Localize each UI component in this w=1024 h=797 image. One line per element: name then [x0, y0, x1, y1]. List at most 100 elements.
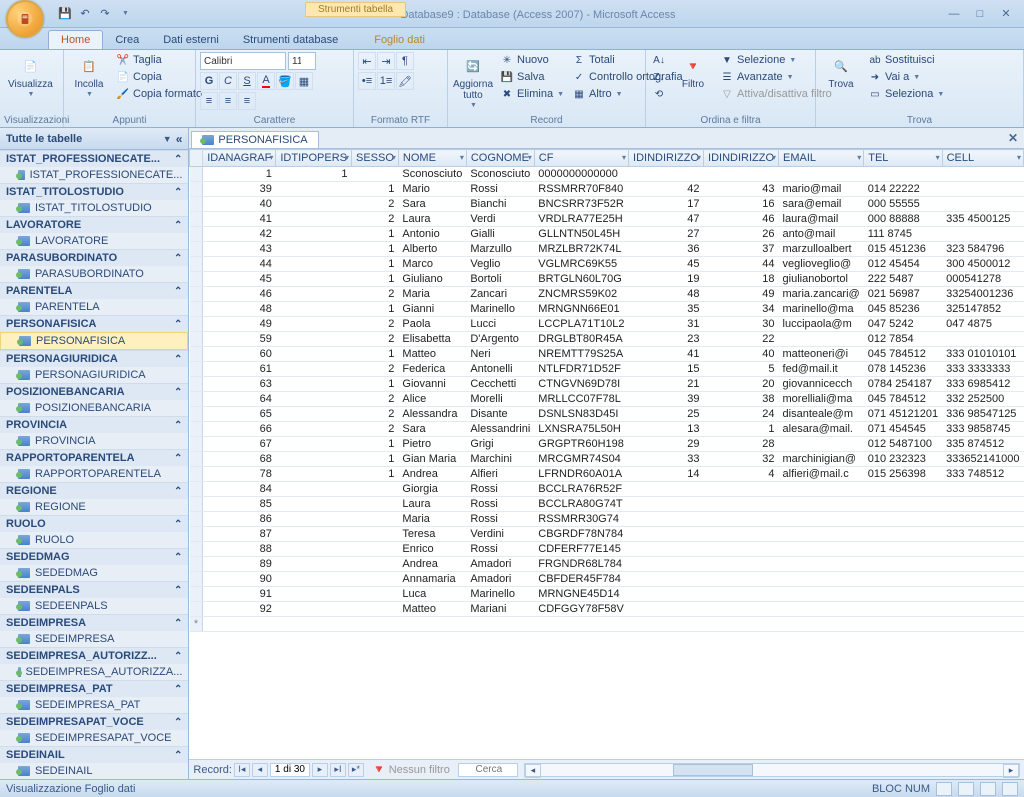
cell[interactable]: CDFERF77E145 — [534, 542, 628, 557]
cell[interactable]: alfieri@mail.c — [779, 467, 864, 482]
cell[interactable]: 13 — [629, 422, 704, 437]
cell[interactable]: 010 232323 — [864, 452, 942, 467]
cell[interactable]: 015 451236 — [864, 242, 942, 257]
cell[interactable]: 48 — [203, 302, 276, 317]
cell[interactable] — [779, 602, 864, 617]
next-record-button[interactable]: ▸ — [312, 763, 328, 777]
cell[interactable]: 40 — [203, 197, 276, 212]
cell[interactable]: 047 5242 — [864, 317, 942, 332]
clear-sort-button[interactable]: ⟲ — [650, 86, 668, 102]
cell[interactable]: 88 — [203, 542, 276, 557]
cell[interactable]: Matteo — [398, 347, 466, 362]
cell[interactable] — [276, 407, 352, 422]
cell[interactable]: 323 584796 — [942, 242, 1023, 257]
table-row[interactable]: 85LauraRossiBCCLRA80G74T — [190, 497, 1024, 512]
cell[interactable] — [276, 302, 352, 317]
cell[interactable]: 335 4500125 — [942, 212, 1023, 227]
row-selector[interactable] — [190, 347, 203, 362]
cell[interactable]: Marchini — [466, 452, 534, 467]
nav-group-header[interactable]: PARENTELA⌃ — [0, 282, 188, 299]
cell[interactable]: D'Argento — [466, 332, 534, 347]
column-dropdown-icon[interactable]: ▾ — [528, 153, 532, 162]
nav-dropdown-icon[interactable]: ▼ — [163, 134, 172, 144]
cell[interactable]: Sconosciuto — [466, 167, 534, 182]
cell[interactable]: 0000000000000 — [534, 167, 628, 182]
cell[interactable]: 36 — [629, 242, 704, 257]
cell[interactable]: Rossi — [466, 497, 534, 512]
row-selector[interactable] — [190, 602, 203, 617]
nav-group-header[interactable]: LAVORATORE⌃ — [0, 216, 188, 233]
cell[interactable]: 37 — [704, 242, 779, 257]
cell[interactable] — [276, 557, 352, 572]
close-datasheet-button[interactable]: ✕ — [1008, 131, 1018, 145]
design-view-button[interactable] — [1002, 782, 1018, 796]
last-record-button[interactable]: ▸I — [330, 763, 346, 777]
cell[interactable] — [779, 512, 864, 527]
cell[interactable] — [864, 542, 942, 557]
cell[interactable] — [942, 497, 1023, 512]
column-header[interactable]: CF▾ — [534, 150, 628, 167]
nav-group-header[interactable]: PARASUBORDINATO⌃ — [0, 249, 188, 266]
cell[interactable] — [704, 497, 779, 512]
cell[interactable] — [534, 617, 628, 632]
table-row[interactable]: 391MarioRossiRSSMRR70F8404243mario@mail0… — [190, 182, 1024, 197]
cell[interactable]: 2 — [352, 392, 399, 407]
cell[interactable]: 32 — [704, 452, 779, 467]
tab-crea[interactable]: Crea — [103, 31, 151, 49]
nav-collapse-icon[interactable]: « — [176, 132, 183, 146]
column-dropdown-icon[interactable]: ▾ — [460, 153, 464, 162]
cell[interactable]: Antonelli — [466, 362, 534, 377]
cell[interactable] — [704, 617, 779, 632]
cell[interactable]: 14 — [629, 467, 704, 482]
column-header[interactable]: CELL▾ — [942, 150, 1023, 167]
cell[interactable]: 87 — [203, 527, 276, 542]
cell[interactable] — [942, 227, 1023, 242]
table-row[interactable]: 451GiulianoBortoliBRTGLN60L70G1918giulia… — [190, 272, 1024, 287]
row-selector[interactable] — [190, 512, 203, 527]
cell[interactable]: Teresa — [398, 527, 466, 542]
cell[interactable]: Laura — [398, 212, 466, 227]
chart-view-button[interactable] — [980, 782, 996, 796]
cell[interactable]: anto@mail — [779, 227, 864, 242]
cell[interactable]: Morelli — [466, 392, 534, 407]
cell[interactable]: 31 — [629, 317, 704, 332]
cell[interactable]: 24 — [704, 407, 779, 422]
nuovo-button[interactable]: ✳Nuovo — [498, 52, 566, 68]
nav-group-header[interactable]: SEDEENPALS⌃ — [0, 581, 188, 598]
cell[interactable] — [276, 587, 352, 602]
vai-a-button[interactable]: ➜Vai a▼ — [866, 69, 946, 85]
cell[interactable] — [276, 347, 352, 362]
cell[interactable]: 63 — [203, 377, 276, 392]
taglia-button[interactable]: ✂️Taglia — [114, 52, 204, 68]
cell[interactable]: BNCSRR73F52R — [534, 197, 628, 212]
cell[interactable]: 17 — [629, 197, 704, 212]
nav-item[interactable]: SEDEIMPRESAPAT_VOCE — [0, 730, 188, 746]
cell[interactable]: 68 — [203, 452, 276, 467]
cell[interactable]: Disante — [466, 407, 534, 422]
cell[interactable]: 1 — [352, 467, 399, 482]
qat-dropdown-icon[interactable]: ▼ — [116, 5, 134, 23]
cell[interactable]: 332 252500 — [942, 392, 1023, 407]
cell[interactable]: 85 — [203, 497, 276, 512]
table-row[interactable]: 681Gian MariaMarchiniMRCGMR74S043332marc… — [190, 452, 1024, 467]
select-all-cell[interactable] — [190, 150, 203, 167]
cell[interactable]: 45 — [629, 257, 704, 272]
cell[interactable] — [704, 167, 779, 182]
cell[interactable]: 1 — [704, 422, 779, 437]
table-row[interactable]: 431AlbertoMarzulloMRZLBR72K74L3637marzul… — [190, 242, 1024, 257]
cell[interactable]: Bortoli — [466, 272, 534, 287]
cell[interactable]: Sara — [398, 197, 466, 212]
cell[interactable]: maria.zancari@ — [779, 287, 864, 302]
font-color-button[interactable]: A — [257, 72, 275, 90]
cell[interactable]: Mariani — [466, 602, 534, 617]
cell[interactable]: Giuliano — [398, 272, 466, 287]
cell[interactable] — [352, 617, 399, 632]
cell[interactable]: mario@mail — [779, 182, 864, 197]
table-row[interactable]: 631GiovanniCecchettiCTNGVN69D78I2120giov… — [190, 377, 1024, 392]
cell[interactable] — [942, 602, 1023, 617]
cell[interactable]: 1 — [352, 272, 399, 287]
nav-group-header[interactable]: REGIONE⌃ — [0, 482, 188, 499]
column-header[interactable]: IDTIPOPERS▾ — [276, 150, 352, 167]
cell[interactable]: 000 55555 — [864, 197, 942, 212]
row-selector[interactable] — [190, 182, 203, 197]
